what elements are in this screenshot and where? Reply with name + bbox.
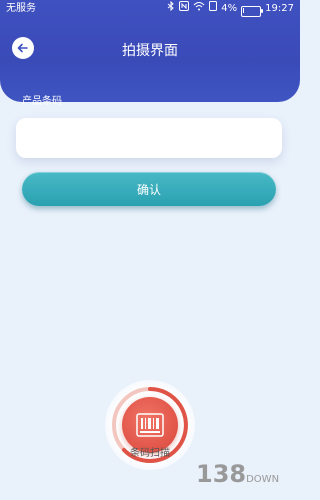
app-header: 无服务 4% 19:27 拍摄界面 产品条码 bbox=[0, 0, 300, 107]
clock-text: 19:27 bbox=[265, 3, 294, 14]
watermark-suffix: DOWN bbox=[246, 474, 280, 485]
battery-icon bbox=[241, 5, 264, 17]
status-icons: 4% 19:27 bbox=[167, 0, 294, 18]
page-title: 拍摄界面 bbox=[122, 43, 178, 59]
sim-icon bbox=[209, 0, 218, 18]
barcode-label: 产品条码 bbox=[22, 96, 62, 107]
barcode-input-container bbox=[16, 118, 282, 158]
confirm-button[interactable]: 确认 bbox=[22, 172, 276, 206]
barcode-icon bbox=[136, 413, 164, 437]
scan-label: 条码扫描 bbox=[130, 448, 170, 459]
watermark-number: 138 bbox=[196, 460, 247, 488]
battery-percent: 4% bbox=[221, 3, 238, 14]
status-bar: 无服务 4% 19:27 bbox=[0, 0, 300, 18]
wifi-icon bbox=[193, 0, 205, 18]
bluetooth-icon bbox=[167, 0, 175, 18]
nfc-icon bbox=[179, 0, 190, 18]
watermark: 138DOWN bbox=[196, 460, 279, 488]
barcode-input[interactable] bbox=[16, 118, 282, 158]
carrier-text: 无服务 bbox=[6, 3, 36, 14]
